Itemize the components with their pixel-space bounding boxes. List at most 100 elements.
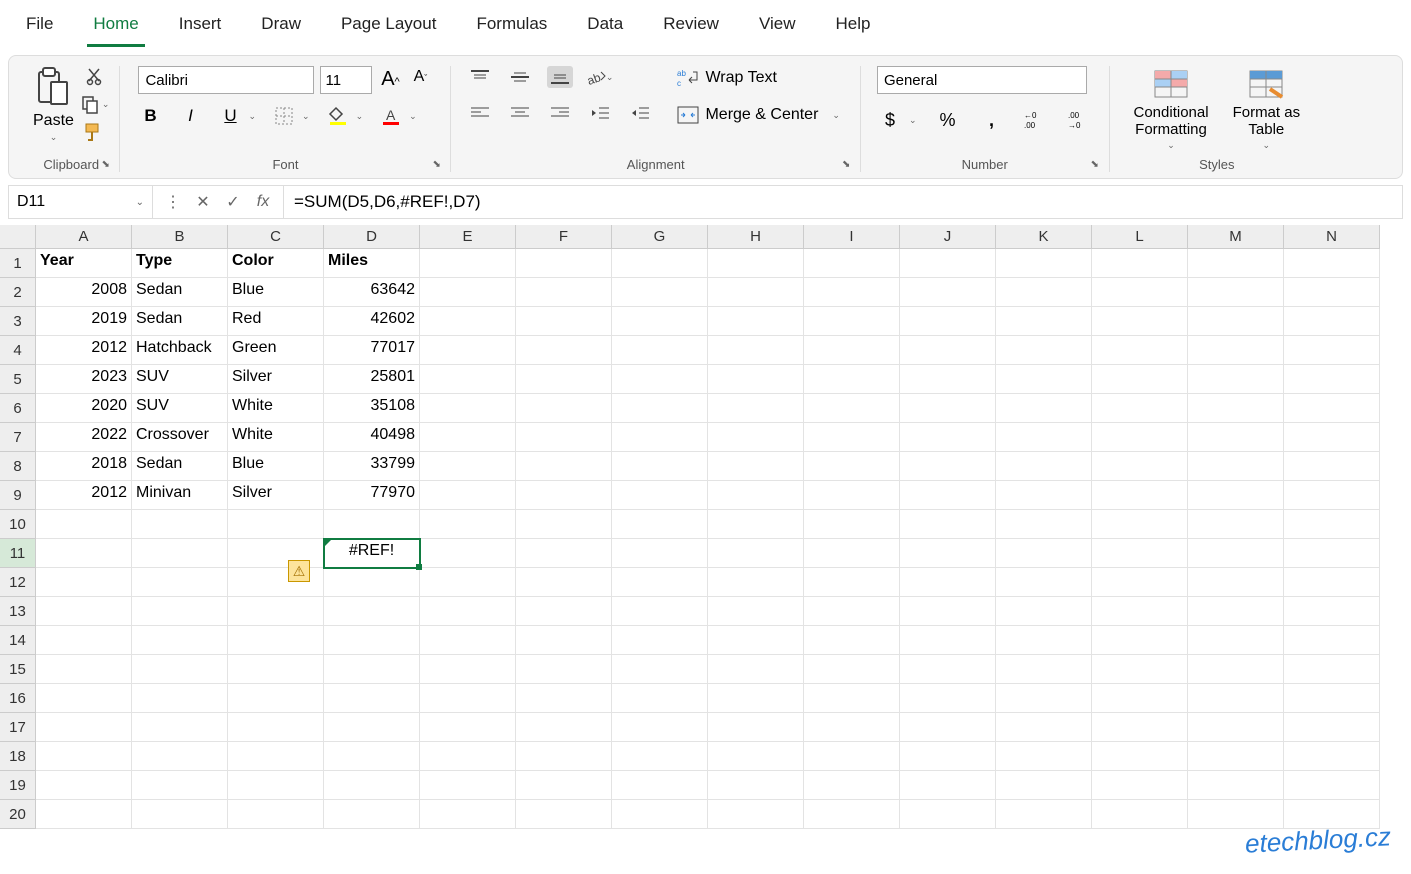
cell-L14[interactable] xyxy=(1092,626,1188,655)
cell-E18[interactable] xyxy=(420,742,516,771)
cell-J9[interactable] xyxy=(900,481,996,510)
cell-B15[interactable] xyxy=(132,655,228,684)
cell-J16[interactable] xyxy=(900,684,996,713)
row-header-11[interactable]: 11 xyxy=(0,539,36,568)
align-middle-button[interactable] xyxy=(507,66,533,88)
col-header-B[interactable]: B xyxy=(132,225,228,249)
cell-D19[interactable] xyxy=(324,771,420,800)
cell-B12[interactable] xyxy=(132,568,228,597)
cell-N1[interactable] xyxy=(1284,249,1380,278)
cell-L11[interactable] xyxy=(1092,539,1188,568)
cell-C8[interactable]: Blue xyxy=(228,452,324,481)
cell-G7[interactable] xyxy=(612,423,708,452)
cell-K18[interactable] xyxy=(996,742,1092,771)
tab-file[interactable]: File xyxy=(20,8,59,47)
cell-F11[interactable] xyxy=(516,539,612,568)
cell-B17[interactable] xyxy=(132,713,228,742)
cell-E6[interactable] xyxy=(420,394,516,423)
cell-G4[interactable] xyxy=(612,336,708,365)
font-dialog-launcher[interactable] xyxy=(432,154,446,168)
name-box[interactable]: D11 ⌄ xyxy=(9,186,153,218)
cell-G11[interactable] xyxy=(612,539,708,568)
cell-I4[interactable] xyxy=(804,336,900,365)
cell-B18[interactable] xyxy=(132,742,228,771)
cell-G13[interactable] xyxy=(612,597,708,626)
cell-F1[interactable] xyxy=(516,249,612,278)
cell-K2[interactable] xyxy=(996,278,1092,307)
cell-N6[interactable] xyxy=(1284,394,1380,423)
cell-M6[interactable] xyxy=(1188,394,1284,423)
row-header-7[interactable]: 7 xyxy=(0,423,36,452)
align-right-button[interactable] xyxy=(547,102,573,124)
cell-D13[interactable] xyxy=(324,597,420,626)
cut-button[interactable] xyxy=(83,66,107,86)
cell-J19[interactable] xyxy=(900,771,996,800)
cell-J12[interactable] xyxy=(900,568,996,597)
cell-G17[interactable] xyxy=(612,713,708,742)
cell-H12[interactable] xyxy=(708,568,804,597)
cell-H2[interactable] xyxy=(708,278,804,307)
cell-H1[interactable] xyxy=(708,249,804,278)
cell-M10[interactable] xyxy=(1188,510,1284,539)
cell-F20[interactable] xyxy=(516,800,612,829)
cell-F13[interactable] xyxy=(516,597,612,626)
cell-N17[interactable] xyxy=(1284,713,1380,742)
row-header-2[interactable]: 2 xyxy=(0,278,36,307)
row-header-14[interactable]: 14 xyxy=(0,626,36,655)
increase-indent-button[interactable] xyxy=(627,102,653,124)
cell-E19[interactable] xyxy=(420,771,516,800)
cell-M3[interactable] xyxy=(1188,307,1284,336)
cell-J4[interactable] xyxy=(900,336,996,365)
cell-C18[interactable] xyxy=(228,742,324,771)
cell-D9[interactable]: 77970 xyxy=(324,481,420,510)
cell-N16[interactable] xyxy=(1284,684,1380,713)
orientation-button[interactable]: ab⌄ xyxy=(587,66,613,88)
cell-I7[interactable] xyxy=(804,423,900,452)
cell-B16[interactable] xyxy=(132,684,228,713)
row-header-3[interactable]: 3 xyxy=(0,307,36,336)
tab-help[interactable]: Help xyxy=(830,8,877,47)
cell-J7[interactable] xyxy=(900,423,996,452)
italic-button[interactable]: I xyxy=(178,104,202,128)
cell-K11[interactable] xyxy=(996,539,1092,568)
cell-D8[interactable]: 33799 xyxy=(324,452,420,481)
cell-N18[interactable] xyxy=(1284,742,1380,771)
cell-F14[interactable] xyxy=(516,626,612,655)
cell-I2[interactable] xyxy=(804,278,900,307)
cell-L8[interactable] xyxy=(1092,452,1188,481)
cell-H15[interactable] xyxy=(708,655,804,684)
cell-B3[interactable]: Sedan xyxy=(132,307,228,336)
cell-E13[interactable] xyxy=(420,597,516,626)
cell-K16[interactable] xyxy=(996,684,1092,713)
cell-L4[interactable] xyxy=(1092,336,1188,365)
cell-N19[interactable] xyxy=(1284,771,1380,800)
cell-H19[interactable] xyxy=(708,771,804,800)
increase-decimal-button[interactable]: ←0.00 xyxy=(1023,108,1049,132)
cancel-formula-button[interactable]: ✕ xyxy=(193,192,213,212)
tab-review[interactable]: Review xyxy=(657,8,725,47)
cell-H7[interactable] xyxy=(708,423,804,452)
cell-L9[interactable] xyxy=(1092,481,1188,510)
cell-C15[interactable] xyxy=(228,655,324,684)
cell-N13[interactable] xyxy=(1284,597,1380,626)
cell-C7[interactable]: White xyxy=(228,423,324,452)
row-header-6[interactable]: 6 xyxy=(0,394,36,423)
copy-button[interactable]: ⌄ xyxy=(80,94,110,114)
cell-M1[interactable] xyxy=(1188,249,1284,278)
cell-B7[interactable]: Crossover xyxy=(132,423,228,452)
cell-B20[interactable] xyxy=(132,800,228,829)
increase-font-button[interactable]: A^ xyxy=(378,68,402,92)
cell-N9[interactable] xyxy=(1284,481,1380,510)
cell-B6[interactable]: SUV xyxy=(132,394,228,423)
cell-C14[interactable] xyxy=(228,626,324,655)
row-header-10[interactable]: 10 xyxy=(0,510,36,539)
cell-J13[interactable] xyxy=(900,597,996,626)
cell-M4[interactable] xyxy=(1188,336,1284,365)
cell-I15[interactable] xyxy=(804,655,900,684)
cell-C6[interactable]: White xyxy=(228,394,324,423)
cell-J20[interactable] xyxy=(900,800,996,829)
cell-M2[interactable] xyxy=(1188,278,1284,307)
cell-J18[interactable] xyxy=(900,742,996,771)
cell-F5[interactable] xyxy=(516,365,612,394)
cell-M16[interactable] xyxy=(1188,684,1284,713)
